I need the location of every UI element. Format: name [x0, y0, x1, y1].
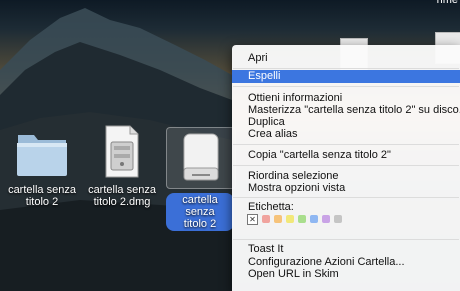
desktop-icon-label: cartella senza titolo 2 [8, 184, 76, 208]
label-swatch-gray[interactable] [334, 215, 342, 223]
removable-disk-icon [178, 132, 224, 184]
label-swatch-orange[interactable] [274, 215, 282, 223]
menu-separator [233, 144, 459, 145]
label-section-title: Etichetta: [248, 201, 294, 213]
label-swatch-yellow[interactable] [286, 215, 294, 223]
selection-highlight [166, 127, 236, 189]
menu-separator [233, 68, 459, 69]
desktop-corner-text: rime [436, 0, 458, 6]
menu-separator [233, 197, 459, 198]
desktop-icon-dmg[interactable]: cartella senza titolo 2.dmg [84, 124, 160, 209]
label-none-swatch[interactable]: ✕ [247, 214, 258, 225]
context-menu: Apri Espelli Ottieni informazioni Master… [232, 45, 460, 291]
label-swatch-red[interactable] [262, 215, 270, 223]
desktop-icon-folder[interactable]: cartella senza titolo 2 [4, 129, 80, 209]
desktop-icon-label: cartella senza titolo 2 [166, 193, 234, 231]
menu-separator [233, 165, 459, 166]
label-swatch-green[interactable] [298, 215, 306, 223]
menu-item-apri[interactable]: Apri [232, 52, 460, 65]
desktop-icon-disk[interactable]: cartella senza titolo 2 [166, 127, 236, 231]
menu-separator [233, 86, 459, 87]
label-swatch-purple[interactable] [322, 215, 330, 223]
desktop: rime cartella senza titolo 2 cartella se… [0, 0, 460, 291]
menu-item-toast-it[interactable]: Toast It [232, 243, 460, 256]
label-swatch-blue[interactable] [310, 215, 318, 223]
menu-item-open-url-in-skim[interactable]: Open URL in Skim [232, 268, 460, 281]
menu-item-espelli[interactable]: Espelli [232, 70, 460, 83]
menu-item-copia[interactable]: Copia "cartella senza titolo 2" [232, 149, 460, 162]
folder-icon [12, 129, 72, 179]
desktop-icon-label: cartella senza titolo 2.dmg [88, 184, 156, 208]
menu-item-mostra-opzioni-vista[interactable]: Mostra opzioni vista [232, 182, 460, 195]
menu-separator [233, 239, 459, 240]
menu-item-crea-alias[interactable]: Crea alias [232, 128, 460, 141]
dmg-file-icon [102, 124, 142, 179]
